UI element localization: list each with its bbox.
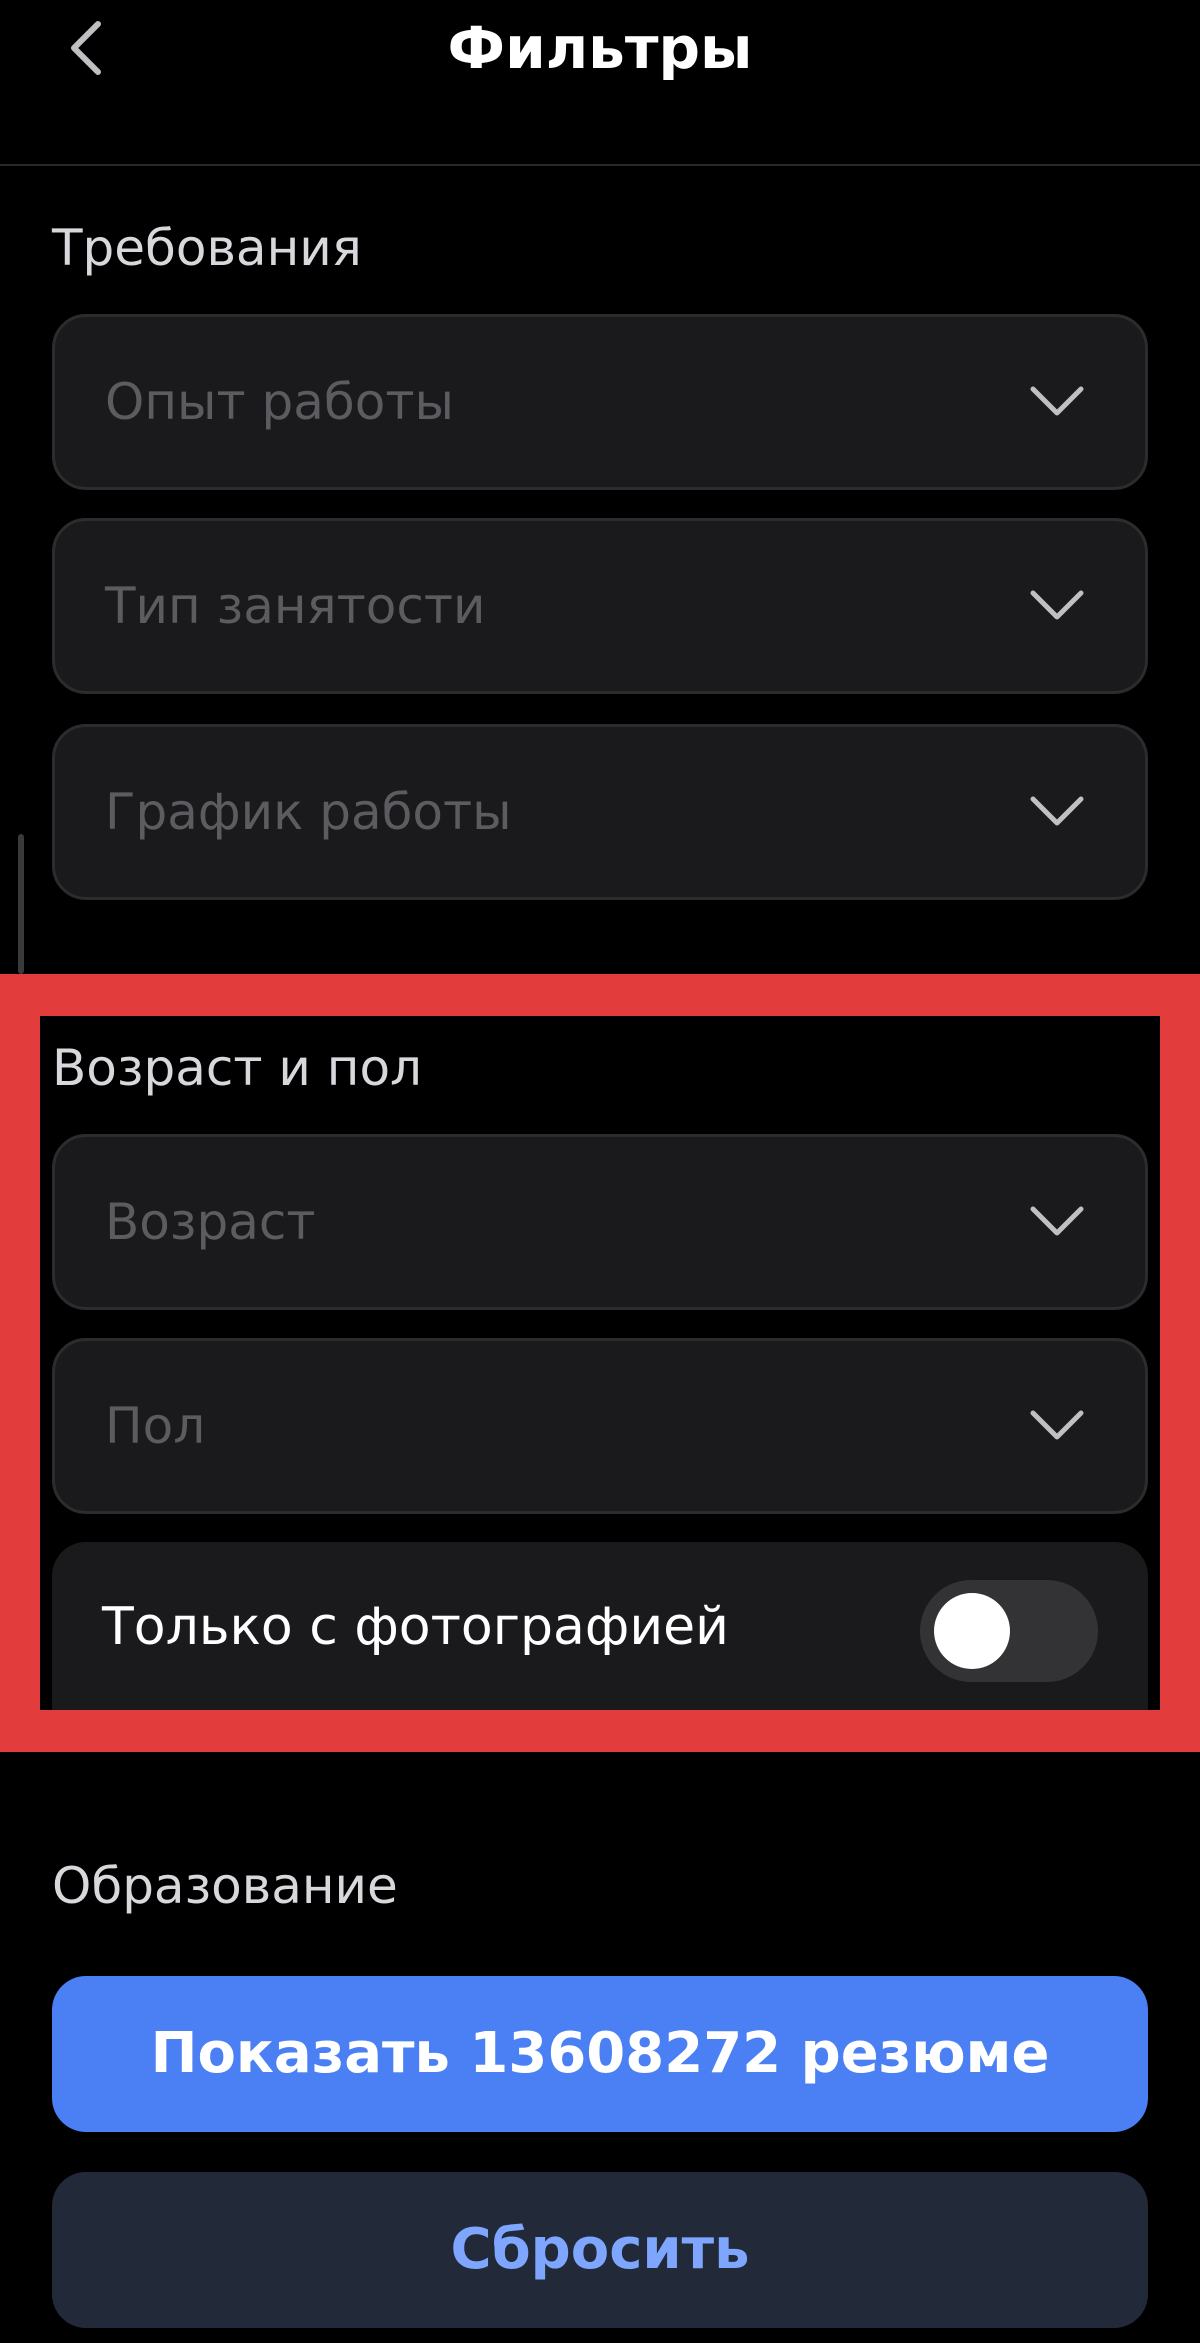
section-title-education: Образование	[52, 1857, 398, 1915]
employment-type-placeholder: Тип занятости	[105, 577, 486, 635]
gender-dropdown[interactable]: Пол	[52, 1338, 1148, 1514]
chevron-down-icon	[1030, 1410, 1084, 1440]
chevron-down-icon	[1030, 386, 1084, 416]
work-schedule-dropdown[interactable]: График работы	[52, 724, 1148, 900]
photo-only-label: Только с фотографией	[102, 1597, 729, 1657]
scroll-indicator[interactable]	[18, 834, 24, 974]
employment-type-dropdown[interactable]: Тип занятости	[52, 518, 1148, 694]
age-dropdown[interactable]: Возраст	[52, 1134, 1148, 1310]
reset-button[interactable]: Сбросить	[52, 2172, 1148, 2328]
show-results-button[interactable]: Показать 13608272 резюме	[52, 1976, 1148, 2132]
chevron-down-icon	[1030, 1206, 1084, 1236]
experience-placeholder: Опыт работы	[105, 373, 454, 431]
filters-screen: Фильтры Требования Опыт работы Тип занят…	[0, 0, 1200, 2343]
work-schedule-placeholder: График работы	[105, 783, 512, 841]
experience-dropdown[interactable]: Опыт работы	[52, 314, 1148, 490]
toggle-knob	[934, 1593, 1010, 1669]
age-placeholder: Возраст	[105, 1193, 316, 1251]
photo-only-toggle[interactable]	[920, 1580, 1098, 1682]
chevron-down-icon	[1030, 590, 1084, 620]
chevron-down-icon	[1030, 796, 1084, 826]
header: Фильтры	[0, 0, 1200, 166]
page-title: Фильтры	[447, 14, 753, 82]
section-title-requirements: Требования	[52, 219, 362, 277]
section-title-age-gender: Возраст и пол	[52, 1039, 422, 1097]
gender-placeholder: Пол	[105, 1397, 206, 1455]
photo-only-row[interactable]: Только с фотографией	[52, 1542, 1148, 1712]
